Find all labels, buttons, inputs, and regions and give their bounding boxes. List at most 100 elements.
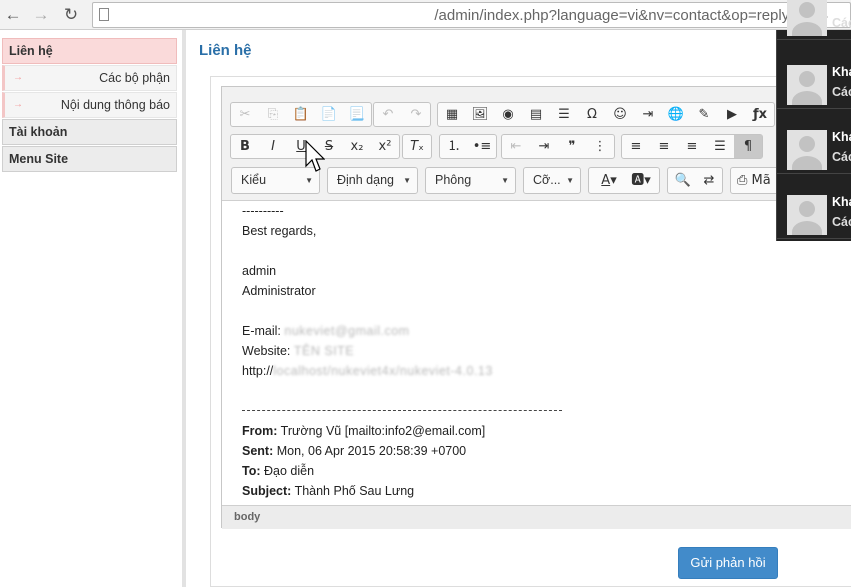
reload-icon[interactable]: ↻ [60, 4, 82, 26]
separator-dashes: ---------- [242, 204, 284, 218]
youtube-icon[interactable]: ▶ [718, 103, 746, 126]
template-icon[interactable]: ✎ [690, 103, 718, 126]
subscript-icon[interactable]: x₂ [343, 135, 371, 158]
superscript-icon[interactable]: x² [371, 135, 399, 158]
format-select[interactable]: Định dạng ▼ [327, 167, 418, 194]
editor-path-bar[interactable]: body [222, 505, 851, 529]
sidebar-item-contact[interactable]: Liên hệ [2, 38, 177, 64]
avatar [787, 65, 827, 105]
notification-name: Khá [832, 195, 851, 209]
justify-icon[interactable]: ☰ [706, 135, 734, 158]
paste-word-icon[interactable]: 📃 [343, 103, 371, 126]
bulleted-list-icon[interactable]: •≡ [468, 135, 496, 158]
from-label: From: [242, 424, 278, 438]
editor-content[interactable]: ---------- Best regards, admin Administr… [242, 201, 802, 501]
font-select-label: Phông [435, 173, 472, 187]
notification-item[interactable]: Các [777, 0, 851, 40]
background-color-icon[interactable]: 🅰▾ [627, 168, 655, 193]
indent-group: ⇤ ⇥ ❞ ⋮ [501, 134, 615, 159]
clipboard-group: ✂ ⎘ 📋 📄 📃 [230, 102, 372, 127]
div-container-icon[interactable]: ⋮ [586, 135, 614, 158]
paste-text-icon[interactable]: 📄 [315, 103, 343, 126]
sidebar-menu: Liên hệ → Các bộ phận → Nội dung thông b… [2, 38, 177, 173]
notification-subtitle: Các [832, 16, 851, 30]
sent-value: Mon, 06 Apr 2015 20:58:39 +0700 [276, 444, 467, 458]
redo-icon[interactable]: ↷ [402, 103, 430, 126]
send-reply-button[interactable]: Gửi phản hồi [678, 547, 778, 579]
email-value: nukeviet@gmail.com [284, 324, 410, 338]
from-value: Trường Vũ [mailto:info2@email.com] [280, 424, 486, 438]
subject-line: Subject: Thành Phố Sau Lưng [242, 481, 802, 501]
website-value: TÊN SITE [293, 344, 355, 358]
text-direction-icon[interactable]: ¶ [734, 135, 762, 158]
cut-icon[interactable]: ✂ [231, 103, 259, 126]
undo-icon[interactable]: ↶ [374, 103, 402, 126]
smiley-icon[interactable]: ☺ [606, 103, 634, 126]
notification-item[interactable]: Khá Các [777, 57, 851, 109]
sidebar-item-account[interactable]: Tài khoản [2, 119, 177, 145]
notification-name: Khá [832, 130, 851, 144]
page-break-icon[interactable]: ⇥ [634, 103, 662, 126]
remove-format-icon[interactable]: Tₓ [403, 135, 431, 158]
align-right-icon[interactable]: ≡ [678, 135, 706, 158]
forward-arrow-icon[interactable]: → [30, 4, 52, 26]
table-icon[interactable]: ▤ [522, 103, 550, 126]
http-line: http://localhost/nukeviet4x/nukeviet-4.0… [242, 361, 802, 381]
subject-value: Thành Phố Sau Lưng [294, 484, 415, 498]
chevron-down-icon: ▼ [566, 176, 574, 185]
to-line: To: Đạo diễn [242, 461, 802, 481]
special-char-icon[interactable]: Ω [578, 103, 606, 126]
text-color-icon[interactable]: A▾ [595, 168, 623, 193]
to-value: Đạo diễn [264, 464, 315, 478]
email-line: E-mail: nukeviet@gmail.com [242, 321, 802, 341]
media-icon[interactable]: ▦ [438, 103, 466, 126]
notification-item[interactable]: Khá Các [777, 187, 851, 239]
address-bar[interactable]: /admin/index.php?language=vi&nv=contact&… [92, 2, 851, 28]
align-center-icon[interactable]: ≡ [650, 135, 678, 158]
sidebar-item-notice-content[interactable]: → Nội dung thông báo [2, 92, 177, 118]
arrow-right-icon: → [13, 72, 23, 83]
website-label: Website: [242, 344, 291, 358]
italic-icon[interactable]: I [259, 135, 287, 158]
size-select[interactable]: Cỡ... ▼ [523, 167, 581, 194]
indent-icon[interactable]: ⇥ [530, 135, 558, 158]
chevron-down-icon: ▼ [501, 176, 509, 185]
avatar [787, 0, 827, 36]
sidebar-item-menu-site[interactable]: Menu Site [2, 146, 177, 172]
notification-subtitle: Các [832, 85, 851, 99]
outdent-icon[interactable]: ⇤ [502, 135, 530, 158]
notification-name: Khá [832, 65, 851, 79]
iframe-icon[interactable]: 🌐 [662, 103, 690, 126]
formula-icon[interactable]: ƒx [746, 103, 774, 126]
back-arrow-icon[interactable]: ← [2, 4, 24, 26]
remove-format-group: Tₓ [402, 134, 432, 159]
numbered-list-icon[interactable]: ⒈ [440, 135, 468, 158]
paragraph-group: ⒈ •≡ [439, 134, 497, 159]
undo-group: ↶ ↷ [373, 102, 431, 127]
horizontal-line-icon[interactable]: ☰ [550, 103, 578, 126]
sidebar-item-departments[interactable]: → Các bộ phận [2, 65, 177, 91]
blockquote-icon[interactable]: ❞ [558, 135, 586, 158]
avatar [787, 195, 827, 235]
notification-item[interactable]: Khá Các [777, 122, 851, 174]
http-value: localhost/nukeviet4x/nukeviet-4.0.13 [273, 364, 493, 378]
from-line: From: Trường Vũ [mailto:info2@email.com] [242, 421, 802, 441]
font-select[interactable]: Phông ▼ [425, 167, 516, 194]
image-icon[interactable]: 🖼 [466, 103, 494, 126]
signature-role: Administrator [242, 284, 316, 298]
bold-icon[interactable]: B [231, 135, 259, 158]
notification-panel: Các Khá Các Khá Các Khá Các [776, 0, 851, 241]
chevron-down-icon: ▼ [403, 176, 411, 185]
sidebar-item-label: Nội dung thông báo [60, 98, 170, 112]
signature-name: admin [242, 264, 277, 278]
notification-subtitle: Các [832, 150, 851, 164]
style-select-label: Kiểu [241, 173, 267, 187]
flash-icon[interactable]: ◉ [494, 103, 522, 126]
align-left-icon[interactable]: ≡ [622, 135, 650, 158]
paste-icon[interactable]: 📋 [287, 103, 315, 126]
replace-icon[interactable]: ⇄ [696, 168, 722, 193]
divider [242, 401, 802, 421]
find-icon[interactable]: 🔍 [670, 168, 696, 193]
source-icon: ⎙ [737, 173, 748, 188]
copy-icon[interactable]: ⎘ [259, 103, 287, 126]
